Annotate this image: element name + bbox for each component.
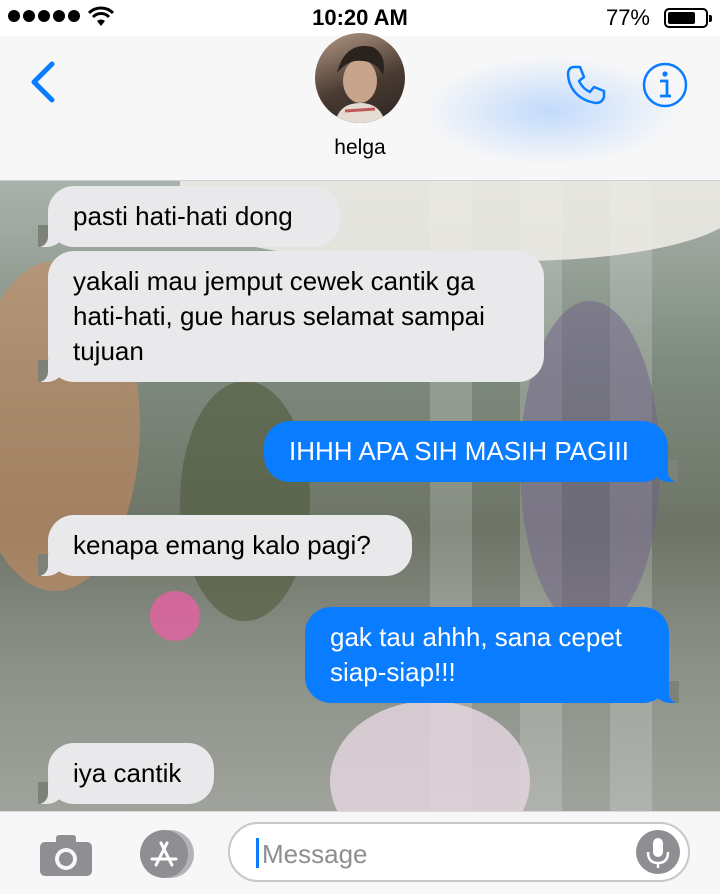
message-bubble-incoming[interactable]: iya cantik [38,743,214,804]
phone-icon[interactable] [562,61,610,109]
message-list[interactable]: pasti hati-hati dong yakali mau jemput c… [0,181,720,811]
contact-avatar[interactable] [315,33,405,123]
message-placeholder: Message [262,839,368,869]
text-cursor [256,838,259,868]
status-bar: 10:20 AM 77% [0,0,720,36]
chevron-left-icon[interactable] [22,58,66,106]
camera-icon[interactable] [38,832,94,878]
contact-name[interactable]: helga [0,136,720,160]
message-bubble-outgoing[interactable]: IHHH APA SIH MASIH PAGIII [264,421,678,482]
conversation-header: helga [0,33,720,181]
battery-percent: 77% [605,5,650,30]
message-bubble-incoming[interactable]: kenapa emang kalo pagi? [38,515,412,576]
message-bubble-outgoing[interactable]: gak tau ahhh, sana cepet siap-siap!!! [305,607,679,703]
message-bubble-incoming[interactable]: pasti hati-hati dong [38,186,340,247]
app-store-icon[interactable] [130,829,196,879]
info-icon[interactable] [641,61,689,109]
message-bubble-incoming[interactable]: yakali mau jemput cewek cantik ga hati-h… [38,251,544,382]
battery-icon [664,8,712,28]
microphone-icon[interactable] [636,830,680,874]
message-input-bar: Message [0,811,720,894]
message-input[interactable]: Message [228,822,690,882]
